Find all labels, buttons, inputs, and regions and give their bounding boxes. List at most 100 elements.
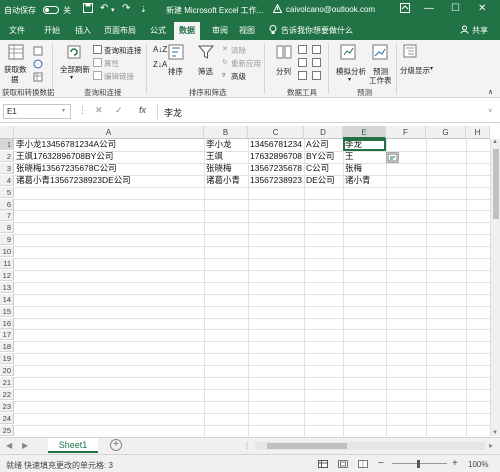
edit-links-icon[interactable]	[93, 71, 102, 80]
tab-insert[interactable]: 插入	[75, 25, 91, 36]
text-to-columns-icon[interactable]	[276, 44, 292, 60]
cell-d1[interactable]: A公司	[304, 139, 343, 150]
horizontal-scrollbar[interactable]	[255, 442, 485, 450]
undo-dropdown-icon[interactable]: ▾	[111, 6, 115, 14]
page-layout-view-icon[interactable]	[338, 460, 348, 468]
from-web-icon[interactable]	[33, 59, 43, 69]
normal-view-icon[interactable]	[318, 460, 328, 468]
from-table-icon[interactable]	[33, 72, 43, 82]
cell-b3[interactable]: 张晓梅	[204, 163, 248, 174]
vertical-scrollbar[interactable]: ▲ ▼	[490, 139, 500, 436]
queries-connections-icon[interactable]	[93, 45, 102, 54]
what-if-dropdown-icon[interactable]: ▾	[348, 76, 351, 83]
row-header-23[interactable]: 23	[0, 401, 14, 412]
tab-file[interactable]: 文件	[9, 25, 25, 36]
outline-dropdown-icon[interactable]: ▾	[430, 65, 433, 72]
row-header-24[interactable]: 24	[0, 413, 14, 424]
tab-view[interactable]: 视图	[239, 25, 255, 36]
autosave-toggle[interactable]	[43, 6, 59, 14]
horizontal-scroll-thumb[interactable]	[267, 443, 347, 449]
row-header-12[interactable]: 12	[0, 270, 14, 281]
expand-formula-bar-icon[interactable]: ∨	[488, 107, 492, 114]
row-header-18[interactable]: 18	[0, 341, 14, 352]
ribbon-display-options-icon[interactable]	[400, 3, 410, 16]
collapse-ribbon-icon[interactable]: ∧	[488, 88, 493, 96]
cell-a3[interactable]: 张晓梅13567235678C公司	[14, 163, 204, 174]
row-header-11[interactable]: 11	[0, 258, 14, 269]
column-header-g[interactable]: G	[426, 126, 466, 139]
consolidate-icon[interactable]	[312, 45, 321, 54]
sort-button[interactable]: 排序	[168, 66, 183, 77]
refresh-dropdown-icon[interactable]: ▾	[70, 74, 73, 81]
filter-icon[interactable]	[198, 44, 214, 60]
row-header-8[interactable]: 8	[0, 222, 14, 233]
minimize-icon[interactable]: —	[424, 3, 434, 14]
flash-fill-icon[interactable]	[298, 45, 307, 54]
sheet-tab-sheet1[interactable]: Sheet1	[48, 438, 98, 453]
from-text-icon[interactable]	[33, 46, 43, 56]
row-header-22[interactable]: 22	[0, 389, 14, 400]
row-header-14[interactable]: 14	[0, 294, 14, 305]
tab-data[interactable]: 数据	[174, 22, 200, 40]
cell-e3[interactable]: 张梅	[343, 163, 386, 174]
flash-fill-options-button[interactable]	[386, 152, 399, 163]
tab-split-icon[interactable]: ⋮	[243, 441, 251, 450]
row-header-7[interactable]: 7	[0, 210, 14, 221]
insert-function-icon[interactable]: fx	[139, 105, 146, 115]
row-header-15[interactable]: 15	[0, 306, 14, 317]
worksheet-grid[interactable]: A B C D E F G H 1 2 3 4 5 6 7 8 9 10 11 12 13 14 15 16 1…	[0, 126, 500, 461]
remove-duplicates-icon[interactable]	[298, 58, 307, 67]
share-button[interactable]: 共享	[472, 25, 488, 36]
zoom-out-icon[interactable]: −	[378, 458, 384, 469]
page-break-view-icon[interactable]	[358, 460, 368, 468]
row-header-2[interactable]: 2	[0, 151, 14, 162]
clear-button[interactable]: 清除	[231, 45, 246, 56]
relationships-icon[interactable]	[312, 58, 321, 67]
clear-filter-icon[interactable]: ✕	[222, 45, 228, 53]
tell-me-search[interactable]: 告诉我你想要做什么	[281, 25, 353, 36]
column-header-h[interactable]: H	[466, 126, 490, 139]
row-header-21[interactable]: 21	[0, 377, 14, 388]
column-header-f[interactable]: F	[386, 126, 426, 139]
undo-icon[interactable]: ↶	[100, 3, 108, 14]
outline-button[interactable]: 分级显示	[400, 65, 430, 76]
forecast-sheet-icon[interactable]	[372, 44, 388, 60]
user-email[interactable]: caivolcano@outlook.com	[286, 5, 375, 14]
advanced-button[interactable]: 高级	[231, 71, 246, 82]
row-header-4[interactable]: 4	[0, 175, 14, 186]
zoom-in-icon[interactable]: +	[452, 458, 458, 469]
vertical-scroll-thumb[interactable]	[493, 149, 499, 219]
forecast-sheet-button-line2[interactable]: 工作表	[369, 75, 392, 86]
zoom-slider-thumb[interactable]	[417, 460, 420, 468]
scroll-right-icon[interactable]: ▸	[489, 441, 493, 450]
sort-icon[interactable]	[168, 44, 184, 60]
cell-b1[interactable]: 李小龙	[204, 139, 248, 150]
refresh-all-button[interactable]: 全部刷新	[60, 64, 90, 75]
row-header-16[interactable]: 16	[0, 318, 14, 329]
cell-b2[interactable]: 王飒	[204, 151, 248, 162]
share-icon[interactable]	[460, 25, 469, 36]
cancel-icon[interactable]: ✕	[95, 105, 103, 116]
scroll-down-icon[interactable]: ▼	[492, 430, 498, 436]
row-header-3[interactable]: 3	[0, 163, 14, 174]
row-header-20[interactable]: 20	[0, 365, 14, 376]
cell-e4[interactable]: 诸小青	[343, 175, 386, 186]
refresh-all-icon[interactable]	[66, 44, 82, 60]
tab-review[interactable]: 审阅	[212, 25, 228, 36]
reapply-icon[interactable]: ↻	[222, 58, 228, 66]
add-sheet-button[interactable]: +	[110, 439, 122, 451]
active-cell-selection[interactable]	[343, 139, 386, 151]
get-data-button-line2[interactable]: 据	[11, 74, 19, 85]
sort-ascending-icon[interactable]: A↓Z	[153, 45, 167, 54]
cell-c2[interactable]: 17632896708	[248, 151, 304, 162]
sort-descending-icon[interactable]: Z↓A	[153, 60, 167, 69]
formula-input[interactable]: 李龙	[157, 104, 497, 119]
queries-connections-button[interactable]: 查询和连接	[104, 45, 142, 56]
properties-icon[interactable]	[93, 58, 102, 67]
row-header-17[interactable]: 17	[0, 329, 14, 340]
formula-bar-options-icon[interactable]: ⋮	[78, 105, 87, 116]
column-header-c[interactable]: C	[248, 126, 304, 139]
row-header-9[interactable]: 9	[0, 234, 14, 245]
column-header-e[interactable]: E	[343, 126, 386, 139]
cell-b4[interactable]: 诸葛小青	[204, 175, 248, 186]
